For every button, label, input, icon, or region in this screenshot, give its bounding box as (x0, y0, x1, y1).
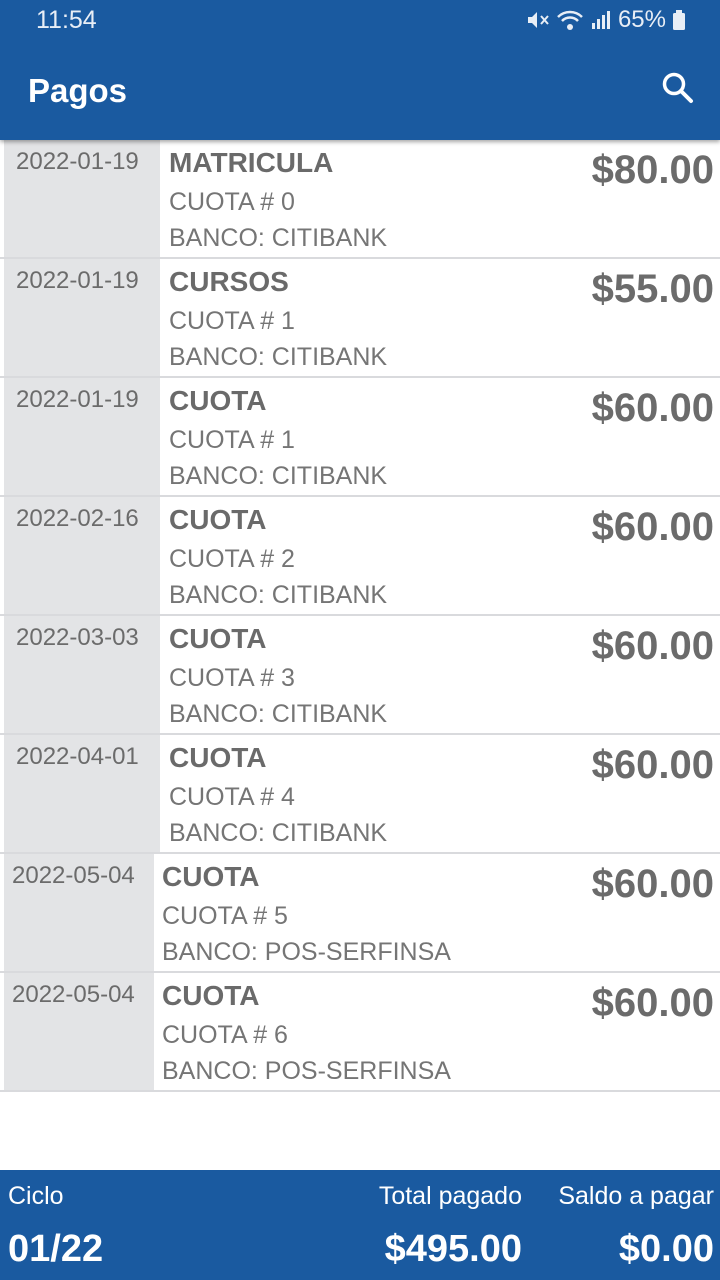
payment-amount: $60.00 (591, 386, 714, 430)
payment-bank: BANCO: POS-SERFINSA (162, 1057, 451, 1085)
page-title: Pagos (28, 72, 128, 109)
payment-amount: $55.00 (591, 267, 714, 311)
payment-concept: CUOTA (169, 623, 267, 654)
payment-cuota: CUOTA # 0 (169, 188, 295, 216)
date-cell: 2022-01-19 (4, 259, 160, 376)
payment-bank: BANCO: CITIBANK (169, 581, 388, 609)
payment-cuota: CUOTA # 6 (162, 1021, 288, 1049)
payment-amount: $60.00 (591, 505, 714, 549)
date-cell: 2022-02-16 (4, 497, 160, 614)
date-cell: 2022-01-19 (4, 140, 160, 257)
payment-concept: CUOTA (169, 504, 267, 535)
payment-cuota: CUOTA # 4 (169, 783, 295, 811)
status-icons: 65% (526, 6, 686, 34)
mute-icon (526, 9, 550, 31)
payment-row[interactable]: 2022-05-04 CUOTA CUOTA # 6 BANCO: POS-SE… (0, 973, 720, 1092)
balance-label: Saldo a pagar (558, 1182, 714, 1210)
total-paid-label: Total pagado (378, 1182, 522, 1210)
payment-info: CUOTA CUOTA # 6 BANCO: POS-SERFINSA (162, 979, 451, 1089)
date-cell: 2022-05-04 (4, 973, 154, 1090)
search-icon (661, 71, 695, 110)
payment-concept: CUOTA (162, 980, 260, 1011)
search-button[interactable] (658, 70, 698, 110)
app-bar: 11:54 65% Pagos (0, 0, 720, 140)
total-paid-value: $495.00 (384, 1228, 522, 1270)
summary-footer: Ciclo 01/22 Total pagado $495.00 Saldo a… (0, 1170, 720, 1280)
date-cell: 2022-04-01 (4, 735, 160, 852)
payment-amount: $60.00 (591, 624, 714, 668)
balance-value: $0.00 (618, 1228, 714, 1270)
date-cell: 2022-05-04 (4, 854, 154, 971)
status-time: 11:54 (36, 6, 97, 34)
wifi-icon (556, 9, 584, 31)
status-bar: 11:54 65% (0, 0, 720, 42)
payment-row[interactable]: 2022-01-19 CURSOS CUOTA # 1 BANCO: CITIB… (0, 259, 720, 378)
payment-date: 2022-02-16 (16, 505, 139, 532)
ciclo-label: Ciclo (8, 1182, 64, 1210)
payment-bank: BANCO: CITIBANK (169, 343, 388, 371)
battery-icon (672, 9, 686, 31)
payment-bank: BANCO: CITIBANK (169, 462, 388, 490)
payments-list: 2022-01-19 MATRICULA CUOTA # 0 BANCO: CI… (0, 140, 720, 1092)
payment-bank: BANCO: POS-SERFINSA (162, 938, 451, 966)
payment-info: MATRICULA CUOTA # 0 BANCO: CITIBANK (169, 146, 387, 256)
ciclo-value: 01/22 (8, 1228, 104, 1270)
signal-icon (590, 9, 612, 31)
payment-amount: $60.00 (591, 981, 714, 1025)
payment-concept: CURSOS (169, 266, 289, 297)
date-cell: 2022-03-03 (4, 616, 160, 733)
payment-cuota: CUOTA # 1 (169, 307, 295, 335)
date-cell: 2022-01-19 (4, 378, 160, 495)
payment-amount: $80.00 (591, 148, 714, 192)
payment-amount: $60.00 (591, 862, 714, 906)
payment-date: 2022-03-03 (16, 624, 139, 651)
payment-info: CUOTA CUOTA # 3 BANCO: CITIBANK (169, 622, 387, 732)
payment-concept: CUOTA (169, 742, 267, 773)
payment-row[interactable]: 2022-01-19 MATRICULA CUOTA # 0 BANCO: CI… (0, 140, 720, 259)
payment-bank: BANCO: CITIBANK (169, 224, 388, 252)
payment-cuota: CUOTA # 2 (169, 545, 295, 573)
payment-concept: CUOTA (169, 385, 267, 416)
payment-amount: $60.00 (591, 743, 714, 787)
payment-date: 2022-04-01 (16, 743, 139, 770)
payment-info: CUOTA CUOTA # 5 BANCO: POS-SERFINSA (162, 860, 451, 970)
payment-bank: BANCO: CITIBANK (169, 819, 388, 847)
payment-row[interactable]: 2022-04-01 CUOTA CUOTA # 4 BANCO: CITIBA… (0, 735, 720, 854)
payment-concept: CUOTA (162, 861, 260, 892)
payment-concept: MATRICULA (169, 147, 334, 178)
payment-info: CUOTA CUOTA # 2 BANCO: CITIBANK (169, 503, 387, 613)
payment-date: 2022-01-19 (16, 386, 139, 413)
payment-info: CURSOS CUOTA # 1 BANCO: CITIBANK (169, 265, 387, 375)
payment-bank: BANCO: CITIBANK (169, 700, 388, 728)
battery-text: 65% (617, 6, 666, 33)
payment-row[interactable]: 2022-02-16 CUOTA CUOTA # 2 BANCO: CITIBA… (0, 497, 720, 616)
payment-date: 2022-01-19 (16, 148, 139, 175)
payment-row[interactable]: 2022-01-19 CUOTA CUOTA # 1 BANCO: CITIBA… (0, 378, 720, 497)
payment-cuota: CUOTA # 3 (169, 664, 295, 692)
payment-cuota: CUOTA # 5 (162, 902, 288, 930)
payment-date: 2022-05-04 (12, 862, 135, 889)
payment-date: 2022-05-04 (12, 981, 135, 1008)
payment-date: 2022-01-19 (16, 267, 139, 294)
payment-cuota: CUOTA # 1 (169, 426, 295, 454)
payment-info: CUOTA CUOTA # 4 BANCO: CITIBANK (169, 741, 387, 851)
payment-row[interactable]: 2022-05-04 CUOTA CUOTA # 5 BANCO: POS-SE… (0, 854, 720, 973)
payment-info: CUOTA CUOTA # 1 BANCO: CITIBANK (169, 384, 387, 494)
payment-row[interactable]: 2022-03-03 CUOTA CUOTA # 3 BANCO: CITIBA… (0, 616, 720, 735)
